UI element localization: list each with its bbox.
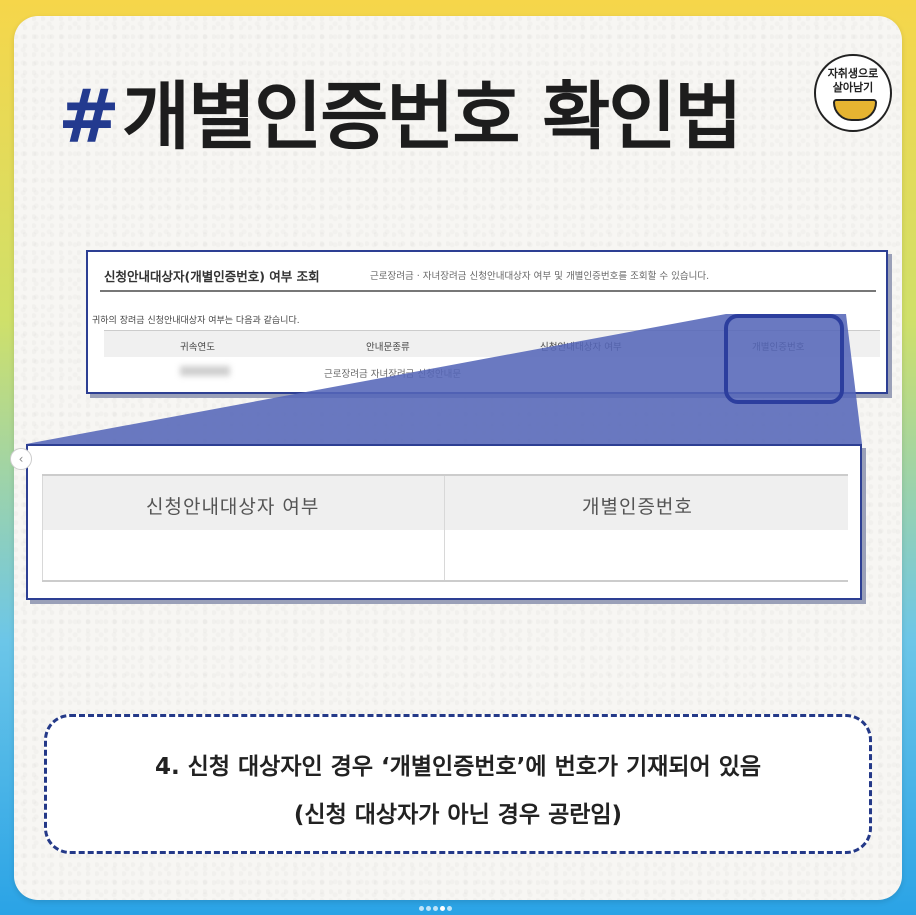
- chevron-left-icon[interactable]: ‹: [10, 448, 32, 470]
- result-line: 귀하의 장려금 신청안내대상자 여부는 다음과 같습니다.: [92, 316, 300, 326]
- carousel-dots: [418, 896, 453, 911]
- zoomed-table: 신청안내대상자 여부 개별인증번호: [26, 444, 862, 600]
- logo-text-line2: 살아남기: [832, 81, 874, 94]
- carousel-dot-active[interactable]: [440, 906, 445, 911]
- title-hash: #: [58, 74, 120, 160]
- note-line1: 4. 신청 대상자인 경우 ‘개별인증번호’에 번호가 기재되어 있음: [154, 754, 762, 780]
- carousel-dot[interactable]: [426, 906, 431, 911]
- doc-type-value: 근로장려금 자녀장려금 신청안내문: [324, 369, 462, 380]
- brand-logo: 자취생으로 살아남기: [814, 54, 892, 132]
- column-year: 귀속연도: [180, 342, 215, 353]
- screenshot-description: 근로장려금 · 자녀장려금 신청안내대상자 여부 및 개별인증번호를 조회할 수…: [370, 271, 710, 282]
- page-title: #개별인증번호 확인법: [58, 62, 743, 172]
- zoom-column-auth-number: 개별인증번호: [582, 496, 693, 518]
- bowl-icon: [833, 99, 877, 121]
- note-box: 4. 신청 대상자인 경우 ‘개별인증번호’에 번호가 기재되어 있음 (신청 …: [44, 714, 872, 854]
- carousel-dot[interactable]: [419, 906, 424, 911]
- heading-divider: [100, 290, 876, 292]
- zoom-column-target-status: 신청안내대상자 여부: [146, 496, 320, 518]
- blurred-year-value: [180, 366, 230, 376]
- title-text: 개별인증번호 확인법: [122, 74, 742, 160]
- note-line2: (신청 대상자가 아닌 경우 공란임): [293, 802, 623, 828]
- column-doc-type: 안내문종류: [366, 342, 410, 353]
- screenshot-heading: 신청안내대상자(개별인증번호) 여부 조회: [104, 269, 320, 284]
- column-divider: [444, 476, 445, 582]
- table-bottom-border: [42, 580, 848, 582]
- carousel-dot[interactable]: [447, 906, 452, 911]
- table-left-border: [42, 476, 43, 582]
- column-target-status: 신청안내대상자 여부: [540, 342, 622, 353]
- auth-number-highlight: [724, 314, 844, 404]
- carousel-dot[interactable]: [433, 906, 438, 911]
